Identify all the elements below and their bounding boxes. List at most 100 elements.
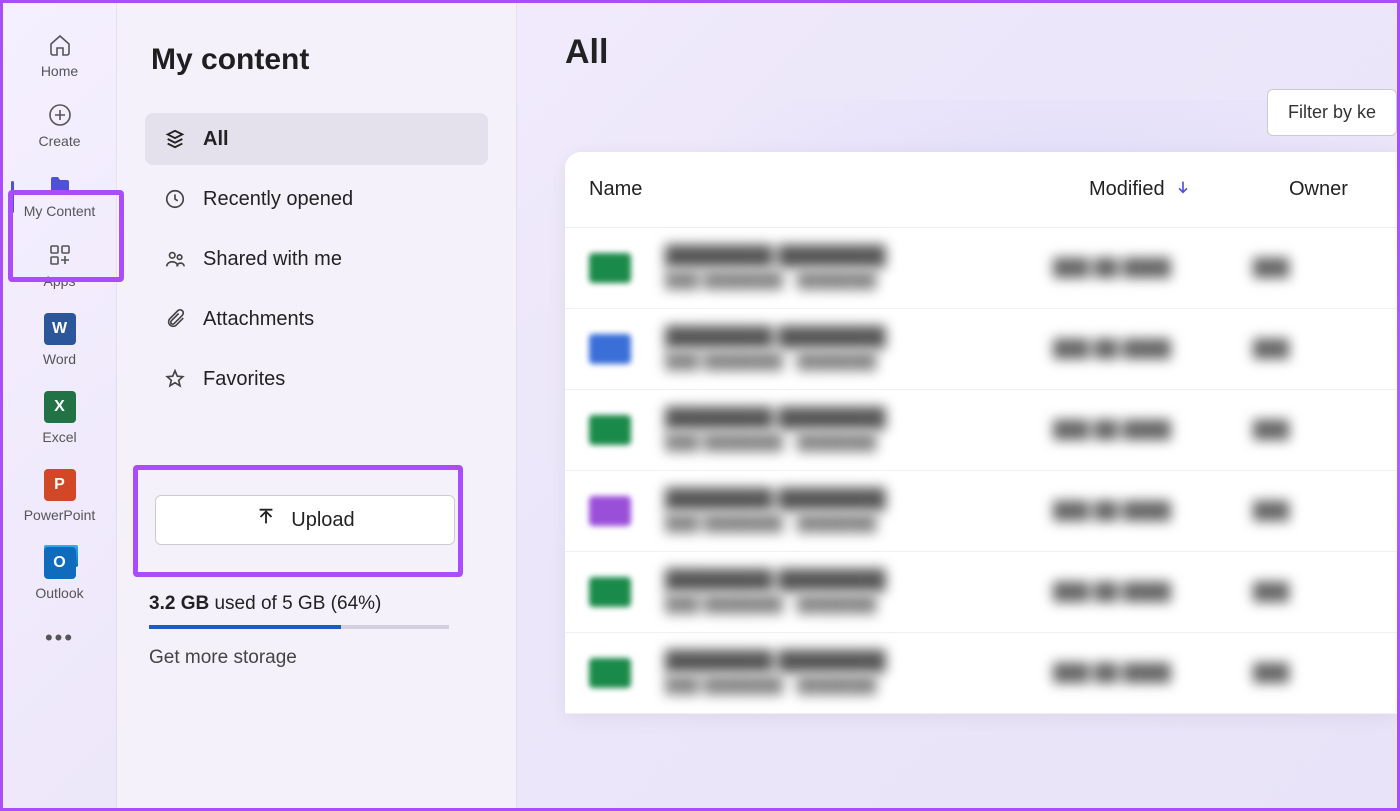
row-owner: ███ — [1253, 339, 1373, 359]
plus-circle-icon — [48, 103, 72, 127]
row-owner: ███ — [1253, 258, 1373, 278]
sort-descending-icon — [1175, 178, 1191, 201]
filter-list: All Recently opened Shared with me Attac… — [145, 113, 488, 405]
word-icon: W — [44, 313, 76, 345]
file-icon — [589, 253, 631, 283]
table-row[interactable]: ████████ ███████████ ███████ · █████████… — [565, 309, 1397, 390]
apps-icon — [48, 243, 72, 267]
rail-label: Excel — [42, 429, 76, 445]
rail-item-word[interactable]: W Word — [3, 303, 116, 381]
table-row[interactable]: ████████ ███████████ ███████ · █████████… — [565, 471, 1397, 552]
row-subtitle: ███ ███████ · ███████ — [665, 515, 1053, 533]
stack-icon — [163, 127, 187, 151]
powerpoint-icon: P — [44, 469, 76, 501]
filter-label: Favorites — [203, 368, 285, 391]
rail-label: Word — [43, 351, 76, 367]
storage-fill — [149, 625, 341, 629]
filter-label: Attachments — [203, 308, 314, 331]
panel-title: My content — [145, 43, 488, 77]
rail-item-home[interactable]: Home — [3, 23, 116, 93]
row-name-block: ████████ ████████ ███ ███████ · ███████ — [665, 489, 1053, 533]
page-title: All — [565, 33, 1397, 72]
storage-used: 3.2 GB — [149, 593, 209, 614]
storage-middle: used of 5 GB — [214, 593, 325, 614]
row-title: ████████ ████████ — [665, 408, 1053, 430]
star-icon — [163, 367, 187, 391]
paperclip-icon — [163, 307, 187, 331]
rail-item-excel[interactable]: X Excel — [3, 381, 116, 459]
row-title: ████████ ████████ — [665, 489, 1053, 511]
row-modified: ███ ██ ████ — [1053, 420, 1253, 440]
col-modified[interactable]: Modified — [1089, 178, 1289, 201]
col-owner[interactable]: Owner — [1289, 178, 1397, 201]
more-apps-button[interactable]: ••• — [45, 625, 74, 651]
row-modified: ███ ██ ████ — [1053, 501, 1253, 521]
file-icon — [589, 334, 631, 364]
col-name[interactable]: Name — [589, 178, 1089, 201]
filter-label: All — [203, 128, 229, 151]
file-list-card: Name Modified Owner ████████ ███████████… — [565, 152, 1397, 714]
row-modified: ███ ██ ████ — [1053, 663, 1253, 683]
table-row[interactable]: ████████ ███████████ ███████ · █████████… — [565, 552, 1397, 633]
rail-label: Create — [38, 133, 80, 149]
rail-label: Outlook — [35, 585, 83, 601]
row-title: ████████ ████████ — [665, 651, 1053, 673]
filter-all[interactable]: All — [145, 113, 488, 165]
filter-by-keyword-button[interactable]: Filter by ke — [1267, 89, 1397, 136]
people-icon — [163, 247, 187, 271]
filter-label: Recently opened — [203, 188, 353, 211]
row-title: ████████ ████████ — [665, 327, 1053, 349]
row-subtitle: ███ ███████ · ███████ — [665, 677, 1053, 695]
file-icon — [589, 577, 631, 607]
rail-item-create[interactable]: Create — [3, 93, 116, 163]
app-rail: Home Create My Content Apps W Word X Exc… — [3, 3, 117, 808]
row-name-block: ████████ ████████ ███ ███████ · ███████ — [665, 651, 1053, 695]
upload-button[interactable]: Upload — [155, 495, 455, 545]
row-owner: ███ — [1253, 582, 1373, 602]
excel-icon: X — [44, 391, 76, 423]
table-row[interactable]: ████████ ███████████ ███████ · █████████… — [565, 228, 1397, 309]
rail-label: PowerPoint — [24, 507, 96, 523]
file-icon — [589, 658, 631, 688]
row-title: ████████ ████████ — [665, 246, 1053, 268]
row-name-block: ████████ ████████ ███ ███████ · ███████ — [665, 246, 1053, 290]
storage-text: 3.2 GB used of 5 GB (64%) — [149, 593, 488, 615]
folder-icon — [48, 173, 72, 197]
upload-label: Upload — [291, 509, 354, 532]
rail-item-outlook[interactable]: O Outlook — [3, 537, 116, 615]
filter-shared[interactable]: Shared with me — [145, 233, 488, 285]
row-owner: ███ — [1253, 501, 1373, 521]
table-header: Name Modified Owner — [565, 152, 1397, 228]
rail-item-my-content[interactable]: My Content — [3, 163, 116, 233]
table-row[interactable]: ████████ ███████████ ███████ · █████████… — [565, 633, 1397, 714]
row-modified: ███ ██ ████ — [1053, 339, 1253, 359]
row-modified: ███ ██ ████ — [1053, 258, 1253, 278]
row-owner: ███ — [1253, 663, 1373, 683]
get-more-storage-link[interactable]: Get more storage — [149, 647, 488, 669]
row-subtitle: ███ ███████ · ███████ — [665, 434, 1053, 452]
file-icon — [589, 415, 631, 445]
storage-bar — [149, 625, 449, 629]
clock-icon — [163, 187, 187, 211]
row-subtitle: ███ ███████ · ███████ — [665, 272, 1053, 290]
rail-item-apps[interactable]: Apps — [3, 233, 116, 303]
rail-label: My Content — [24, 203, 96, 219]
file-icon — [589, 496, 631, 526]
filter-attachments[interactable]: Attachments — [145, 293, 488, 345]
row-owner: ███ — [1253, 420, 1373, 440]
upload-icon — [255, 506, 277, 534]
my-content-panel: My content All Recently opened Shared wi… — [117, 3, 517, 808]
rail-item-powerpoint[interactable]: P PowerPoint — [3, 459, 116, 537]
main-content: All Filter by ke Name Modified Owner ███… — [517, 3, 1397, 808]
filter-recently-opened[interactable]: Recently opened — [145, 173, 488, 225]
home-icon — [48, 33, 72, 57]
table-row[interactable]: ████████ ███████████ ███████ · █████████… — [565, 390, 1397, 471]
row-name-block: ████████ ███████████ ███████ · ███████ — [665, 570, 1053, 614]
row-modified: ███ ██ ████ — [1053, 582, 1253, 602]
filter-label: Shared with me — [203, 248, 342, 271]
filter-favorites[interactable]: Favorites — [145, 353, 488, 405]
storage-percent: (64%) — [331, 593, 382, 614]
col-modified-label: Modified — [1089, 178, 1165, 201]
row-name-block: ████████ ███████████ ███████ · ███████ — [665, 327, 1053, 371]
row-title: ████████ ████████ — [665, 570, 1053, 592]
